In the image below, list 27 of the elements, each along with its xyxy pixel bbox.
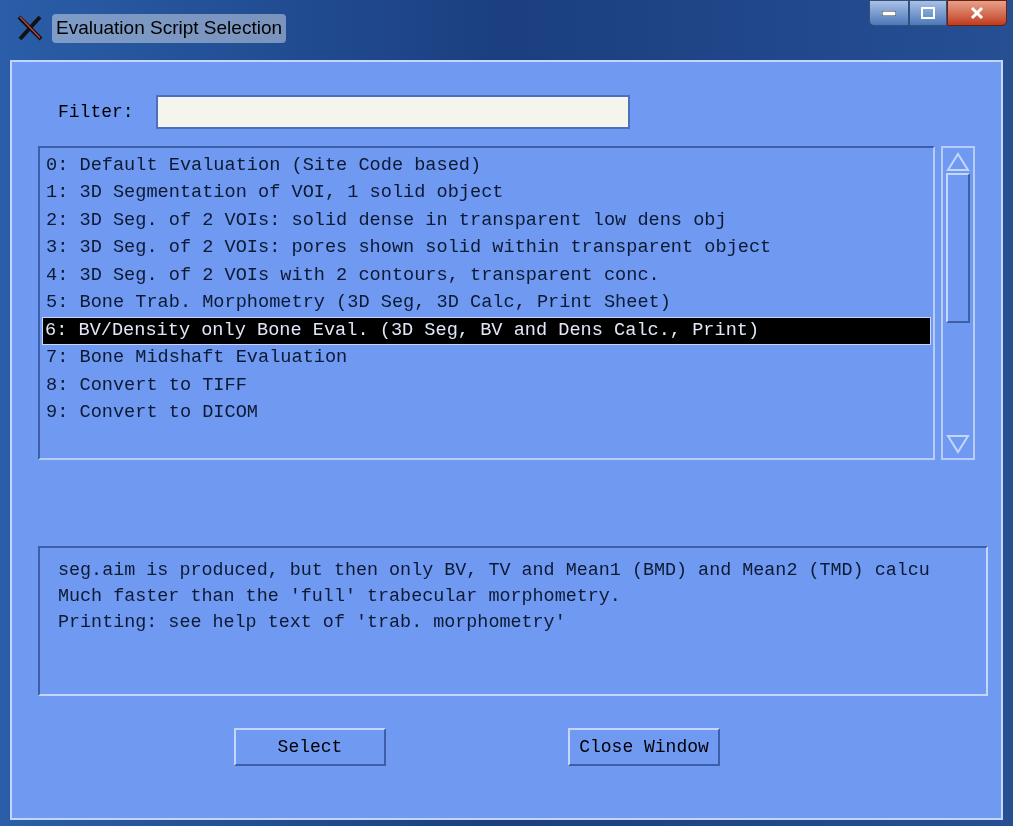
minimize-button[interactable] <box>869 0 909 26</box>
scroll-thumb[interactable] <box>946 173 970 323</box>
select-button[interactable]: Select <box>234 728 386 766</box>
script-list-item[interactable]: 9: Convert to DICOM <box>44 399 929 427</box>
minimize-icon <box>882 10 896 16</box>
filter-label: Filter: <box>58 100 134 124</box>
script-list-item[interactable]: 8: Convert to TIFF <box>44 372 929 400</box>
script-list-item[interactable]: 5: Bone Trab. Morphometry (3D Seg, 3D Calc, Print Sheet) <box>44 289 929 317</box>
description-text: seg.aim is produced, but then only BV, TV and Mean1 (BMD) and Mean2 (TMD) calcu <box>58 559 930 583</box>
close-button[interactable] <box>947 0 1007 26</box>
window-title: Evaluation Script Selection <box>52 14 286 43</box>
maximize-icon <box>921 7 935 19</box>
filter-field[interactable] <box>155 95 630 129</box>
script-list-item[interactable]: 0: Default Evaluation (Site Code based) <box>44 152 929 180</box>
script-list-item[interactable]: 1: 3D Segmentation of VOI, 1 solid object <box>44 179 929 207</box>
description-text: Much faster than the 'full' trabecular morphometry. <box>58 585 621 609</box>
script-list-item[interactable]: 4: 3D Seg. of 2 VOIs with 2 contours, transparent conc. <box>44 262 929 290</box>
script-list-item[interactable]: 7: Bone Midshaft Evaluation <box>44 344 929 372</box>
maximize-button[interactable] <box>909 0 947 26</box>
script-list-item[interactable]: 6: BV/Density only Bone Eval. (3D Seg, BV and Dens Calc., Print) <box>42 317 931 345</box>
scrollbar[interactable] <box>941 146 975 460</box>
x-logo-icon <box>16 15 44 42</box>
close-icon <box>970 6 984 20</box>
script-list-item[interactable]: 2: 3D Seg. of 2 VOIs: solid dense in transparent low dens obj <box>44 207 929 235</box>
close-window-button[interactable]: Close Window <box>568 728 720 766</box>
description-text: Printing: see help text of 'trab. morphometry' <box>58 611 566 635</box>
script-list-item[interactable]: 3: 3D Seg. of 2 VOIs: pores shown solid within transparent object <box>44 234 929 262</box>
